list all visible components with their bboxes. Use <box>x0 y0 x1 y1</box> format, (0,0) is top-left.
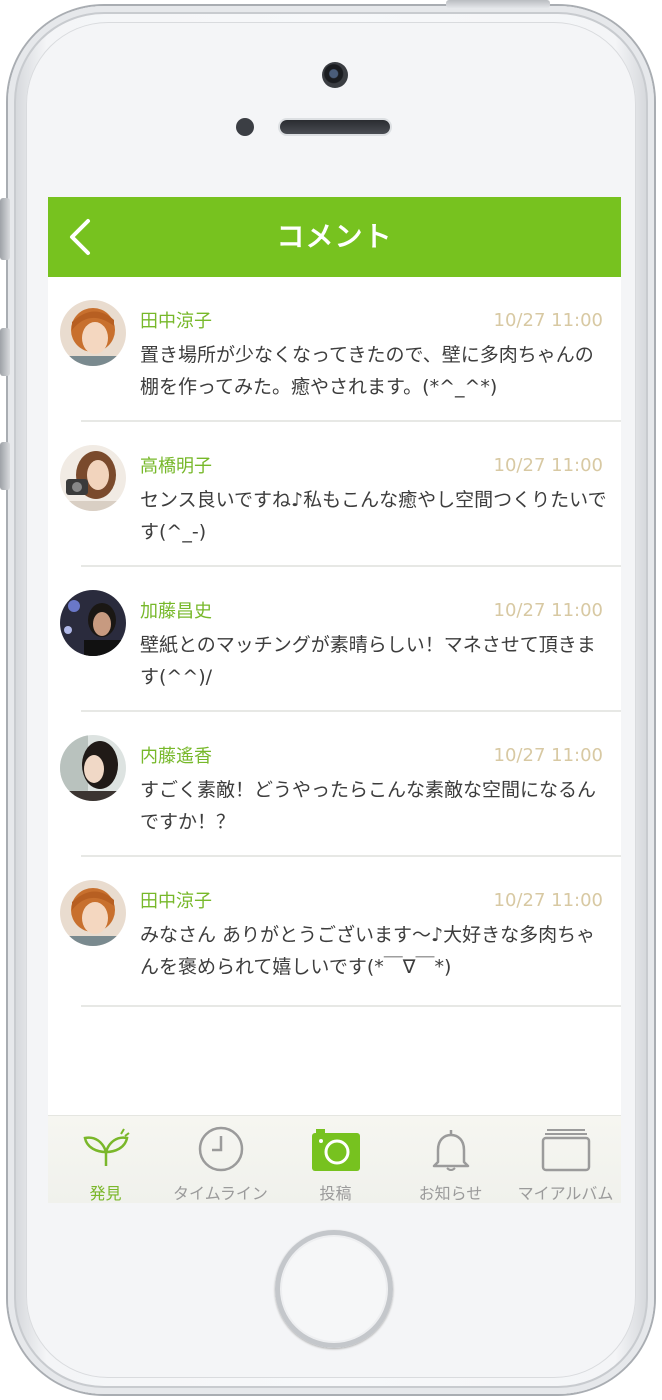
comment-timestamp: 10/27 11:00 <box>493 745 603 766</box>
tab-bar: 発見 タイムライン 投稿 お知らせ マイアルバム <box>48 1115 621 1203</box>
comment-author[interactable]: 田中涼子 <box>140 887 212 913</box>
comment-item: 田中涼子 10/27 11:00 置き場所が少なくなってきたので、壁に多肉ちゃん… <box>48 277 621 422</box>
volume-down-button <box>0 442 10 490</box>
avatar[interactable] <box>60 880 126 946</box>
comment-timestamp: 10/27 11:00 <box>493 890 603 911</box>
divider <box>81 1005 621 1007</box>
comment-timestamp: 10/27 11:00 <box>493 455 603 476</box>
app-screen: コメント 田中涼子 10/27 11:00 置き場所が少なくなってきたので、壁に… <box>48 197 621 1203</box>
volume-up-button <box>0 328 10 376</box>
clock-icon <box>198 1126 244 1172</box>
tab-my-album[interactable]: マイアルバム <box>508 1116 621 1203</box>
avatar[interactable] <box>60 590 126 656</box>
tab-label: マイアルバム <box>517 1184 614 1203</box>
tab-label: お知らせ <box>418 1184 483 1203</box>
sprout-icon <box>83 1128 130 1166</box>
tab-timeline[interactable]: タイムライン <box>163 1116 278 1203</box>
page-title: コメント <box>276 220 393 253</box>
comment-text: すごく素敵！どうやったらこんな素敵な空間になるんですか！？ <box>140 779 597 833</box>
camera-icon <box>312 1129 360 1171</box>
tab-post[interactable]: 投稿 <box>278 1116 393 1203</box>
tab-discover[interactable]: 発見 <box>48 1116 163 1203</box>
comment-list: 田中涼子 10/27 11:00 置き場所が少なくなってきたので、壁に多肉ちゃん… <box>48 277 621 1007</box>
comment-author[interactable]: 内藤遙香 <box>140 742 212 768</box>
mute-switch <box>0 198 10 260</box>
comment-text: 壁紙とのマッチングが素晴らしい！マネさせて頂きます(^^)/ <box>140 634 596 688</box>
bell-icon <box>432 1130 470 1171</box>
comment-text: 置き場所が少なくなってきたので、壁に多肉ちゃんの棚を作ってみた。癒やされます。(… <box>140 344 594 398</box>
proximity-sensor <box>236 118 254 136</box>
comment-item: 内藤遙香 10/27 11:00 すごく素敵！どうやったらこんな素敵な空間になる… <box>48 712 621 857</box>
tab-notifications[interactable]: お知らせ <box>393 1116 508 1203</box>
comment-item: 田中涼子 10/27 11:00 みなさん ありがとうございます〜♪大好きな多肉… <box>48 857 621 1007</box>
album-icon <box>541 1129 591 1172</box>
tab-label: タイムライン <box>173 1184 268 1203</box>
comment-item: 加藤昌史 10/27 11:00 壁紙とのマッチングが素晴らしい！マネさせて頂き… <box>48 567 621 712</box>
comment-author[interactable]: 加藤昌史 <box>140 597 212 623</box>
earpiece-speaker <box>280 120 390 134</box>
comment-timestamp: 10/27 11:00 <box>493 600 603 621</box>
tab-label: 発見 <box>89 1184 122 1203</box>
comment-text: みなさん ありがとうございます〜♪大好きな多肉ちゃんを褒められて嬉しいです(*￣… <box>140 924 596 978</box>
comment-timestamp: 10/27 11:00 <box>493 310 603 331</box>
comment-author[interactable]: 田中涼子 <box>140 307 212 333</box>
chevron-left-icon <box>70 219 90 255</box>
power-button <box>446 0 550 8</box>
comment-author[interactable]: 高橋明子 <box>140 452 212 478</box>
comment-item: 高橋明子 10/27 11:00 センス良いですね♪私もこんな癒やし空間つくりた… <box>48 422 621 567</box>
avatar[interactable] <box>60 445 126 511</box>
tab-label: 投稿 <box>319 1184 352 1203</box>
front-camera <box>322 62 348 88</box>
avatar[interactable] <box>60 300 126 366</box>
home-button[interactable] <box>275 1230 393 1348</box>
comment-text: センス良いですね♪私もこんな癒やし空間つくりたいです(^_-) <box>140 489 607 543</box>
nav-header: コメント <box>48 197 621 277</box>
avatar[interactable] <box>60 735 126 801</box>
back-button[interactable] <box>60 215 104 259</box>
